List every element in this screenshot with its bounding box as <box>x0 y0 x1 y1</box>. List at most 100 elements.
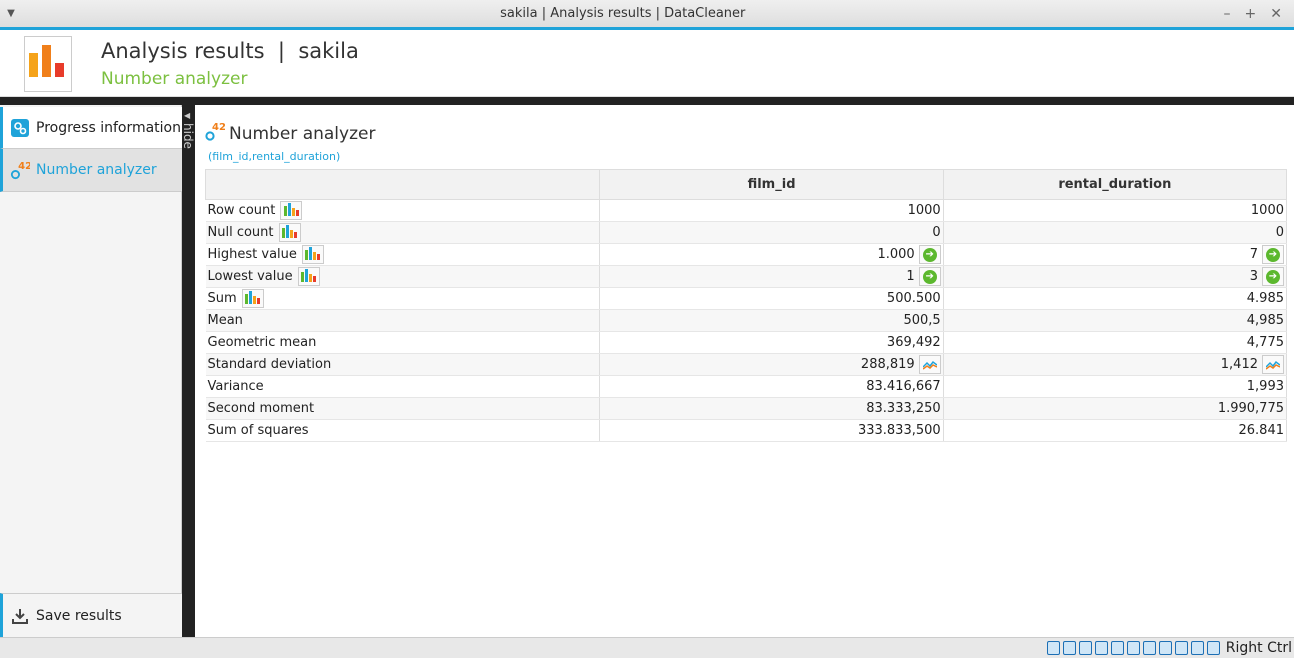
film-id-value: 288,819 <box>860 357 915 372</box>
row-label-cell: Sum <box>205 287 601 310</box>
optical-drive-icon[interactable] <box>1062 641 1076 655</box>
mouse-integration-icon[interactable] <box>1190 641 1204 655</box>
table-row: Lowest value 1 ➔ 3 ➔ <box>205 265 1288 288</box>
rental-duration-value: 1,412 <box>1220 357 1258 372</box>
bar-chart-icon[interactable] <box>241 289 264 308</box>
row-label: Highest value <box>207 247 297 262</box>
sidebar-item-progress[interactable]: Progress information <box>0 107 182 149</box>
window-menu-icon[interactable]: ▼ <box>0 8 22 19</box>
row-label: Lowest value <box>207 269 293 284</box>
row-label: Geometric mean <box>207 335 317 350</box>
film-id-value-cell: 1000 <box>599 199 944 222</box>
drill-to-detail-icon[interactable]: ➔ <box>918 267 941 286</box>
window-title: sakila | Analysis results | DataCleaner <box>500 6 746 21</box>
table-row: Highest value 1.000 ➔ 7 ➔ <box>205 243 1288 266</box>
rental-duration-value-cell: 0 <box>943 221 1288 244</box>
row-label-cell: Null count <box>205 221 601 244</box>
rental-duration-value: 7 <box>1249 247 1258 262</box>
film-id-value: 1 <box>906 269 915 284</box>
bar-chart-icon[interactable] <box>297 267 320 286</box>
audio-icon[interactable] <box>1078 641 1092 655</box>
bar-chart-icon[interactable] <box>278 223 301 242</box>
hide-sidebar-toggle[interactable]: ◀ hide <box>181 105 195 637</box>
table-row: Sum 500.500 4.985 <box>205 287 1288 310</box>
usb-icon[interactable] <box>1110 641 1124 655</box>
table-row: Null count 0 0 <box>205 221 1288 244</box>
film-id-value-cell: 288,819 <box>599 353 944 376</box>
film-id-value-cell: 1 ➔ <box>599 265 944 288</box>
svg-text:42: 42 <box>212 122 225 133</box>
gears-icon <box>10 118 30 138</box>
film-id-value: 0 <box>932 225 941 240</box>
table-row: Sum of squares 333.833,500 26.841 <box>205 419 1288 442</box>
bar-chart-icon[interactable] <box>301 245 324 264</box>
hide-label: hide <box>181 123 195 149</box>
film-id-value: 500.500 <box>886 291 941 306</box>
header-divider <box>0 97 1294 105</box>
bar-chart-icon[interactable] <box>280 201 303 220</box>
table-row: Mean 500,5 4,985 <box>205 309 1288 332</box>
save-results-button[interactable]: Save results <box>0 593 182 637</box>
host-key-label: Right Ctrl <box>1225 640 1292 656</box>
drill-to-detail-icon[interactable]: ➔ <box>918 245 941 264</box>
film-id-value-cell: 83.333,250 <box>599 397 944 420</box>
table-row: Row count 1000 1000 <box>205 199 1288 222</box>
row-label: Sum <box>207 291 237 306</box>
svg-text:42: 42 <box>18 161 30 172</box>
statusbar-icons <box>1046 641 1220 655</box>
film-id-value: 83.416,667 <box>866 379 941 394</box>
column-header-rental-duration: rental_duration <box>942 169 1288 200</box>
network-icon[interactable] <box>1094 641 1108 655</box>
table-row: Geometric mean 369,492 4,775 <box>205 331 1288 354</box>
sidebar-item-label: Progress information <box>36 119 181 136</box>
drill-to-detail-icon[interactable]: ➔ <box>1262 267 1284 286</box>
table-row: Second moment 83.333,250 1.990,775 <box>205 397 1288 420</box>
film-id-value: 1.000 <box>877 247 915 262</box>
film-id-value: 1000 <box>907 203 941 218</box>
save-results-label: Save results <box>36 607 122 624</box>
close-button[interactable]: ✕ <box>1270 6 1282 22</box>
collapse-arrow-icon: ◀ <box>184 111 191 120</box>
page-title: Analysis results | sakila <box>101 39 359 63</box>
sidebar-item-label: Number analyzer <box>36 162 157 178</box>
film-id-value: 333.833,500 <box>857 423 941 438</box>
recording-icon[interactable] <box>1158 641 1172 655</box>
shared-folder-icon[interactable] <box>1126 641 1140 655</box>
drill-to-detail-icon[interactable]: ➔ <box>1262 245 1284 264</box>
results-table: film_id rental_duration Row count 1000 100… <box>204 169 1288 442</box>
number-analyzer-icon: 42 <box>10 160 30 180</box>
disk-icon[interactable] <box>1046 641 1060 655</box>
rental-duration-value-cell: 1,993 <box>943 375 1288 398</box>
rental-duration-value-cell: 1,412 <box>943 353 1288 376</box>
row-label: Null count <box>207 225 274 240</box>
row-label: Standard deviation <box>207 357 332 372</box>
rental-duration-value-cell: 4,985 <box>943 309 1288 332</box>
film-id-value-cell: 500.500 <box>599 287 944 310</box>
rental-duration-value: 4.985 <box>1246 291 1284 306</box>
distribution-chart-icon[interactable] <box>1262 355 1284 374</box>
film-id-value-cell: 500,5 <box>599 309 944 332</box>
row-label-cell: Standard deviation <box>205 353 601 376</box>
virtualization-icon[interactable] <box>1174 641 1188 655</box>
keyboard-capture-icon[interactable] <box>1206 641 1220 655</box>
analyzer-columns: (film_id,rental_duration) <box>208 150 341 163</box>
results-content: 42 Number analyzer (film_id,rental_durat… <box>195 105 1294 637</box>
rental-duration-value-cell: 1000 <box>943 199 1288 222</box>
film-id-value-cell: 369,492 <box>599 331 944 354</box>
sidebar-item-number-analyzer[interactable]: 42 Number analyzer <box>0 149 182 192</box>
maximize-button[interactable]: + <box>1245 6 1257 22</box>
table-row: Variance 83.416,667 1,993 <box>205 375 1288 398</box>
row-label-cell: Second moment <box>205 397 601 420</box>
film-id-value-cell: 83.416,667 <box>599 375 944 398</box>
minimize-button[interactable]: – <box>1224 6 1231 22</box>
rental-duration-value-cell: 4,775 <box>943 331 1288 354</box>
row-label-cell: Lowest value <box>205 265 601 288</box>
distribution-chart-icon[interactable] <box>918 355 941 374</box>
row-label-cell: Highest value <box>205 243 601 266</box>
download-icon <box>10 606 30 626</box>
display-icon[interactable] <box>1142 641 1156 655</box>
analyzer-title-text: Number analyzer <box>229 123 376 144</box>
film-id-value-cell: 333.833,500 <box>599 419 944 442</box>
film-id-value-cell: 1.000 ➔ <box>599 243 944 266</box>
film-id-value: 369,492 <box>886 335 941 350</box>
